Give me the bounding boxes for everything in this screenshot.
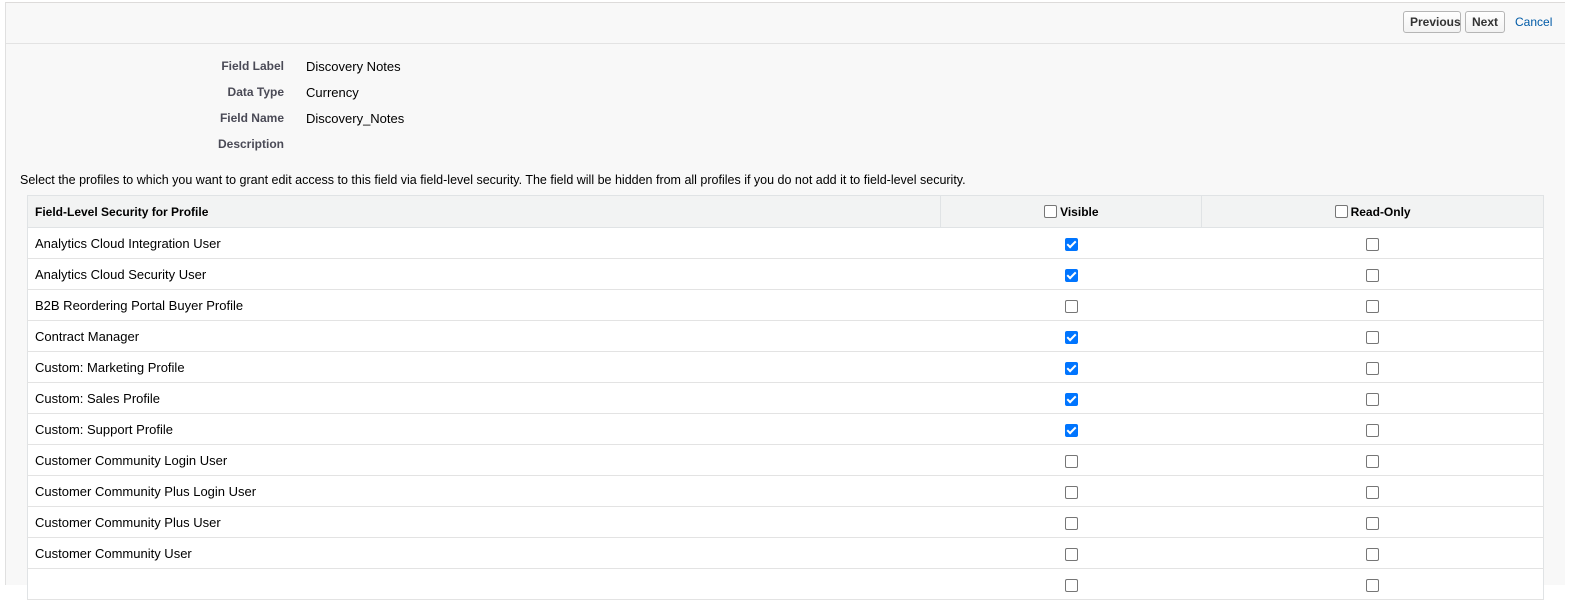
previous-button[interactable]: Previous bbox=[1403, 11, 1461, 33]
profile-name: B2B Reordering Portal Buyer Profile bbox=[27, 289, 941, 321]
next-button[interactable]: Next bbox=[1465, 11, 1505, 33]
read-only-header-label: Read-Only bbox=[1350, 204, 1411, 219]
visible-cell bbox=[940, 351, 1202, 383]
read-only-checkbox[interactable] bbox=[1365, 547, 1379, 561]
read-only-cell bbox=[1201, 382, 1544, 414]
visible-checkbox[interactable] bbox=[1064, 516, 1078, 530]
table-row: Customer Community Plus Login User bbox=[27, 475, 1544, 507]
profile-name: Custom: Support Profile bbox=[27, 413, 941, 445]
field-level-security-table: Field-Level Security for Profile Visible… bbox=[27, 195, 1544, 600]
visible-cell bbox=[940, 444, 1202, 476]
table-row: Custom: Sales Profile bbox=[27, 382, 1544, 414]
read-only-cell bbox=[1201, 227, 1544, 259]
visible-checkbox[interactable] bbox=[1064, 547, 1078, 561]
field-label-value: Discovery Notes bbox=[306, 59, 401, 74]
data-type-value: Currency bbox=[306, 85, 359, 100]
visible-cell bbox=[940, 506, 1202, 538]
field-label-label: Field Label bbox=[221, 59, 284, 73]
read-only-cell bbox=[1201, 475, 1544, 507]
field-name-value: Discovery_Notes bbox=[306, 111, 405, 126]
profile-name: Customer Community Login User bbox=[27, 444, 941, 476]
read-only-cell bbox=[1201, 258, 1544, 290]
table-row: Customer Community User bbox=[27, 537, 1544, 569]
table-row: Custom: Support Profile bbox=[27, 413, 1544, 445]
table-row: B2B Reordering Portal Buyer Profile bbox=[27, 289, 1544, 321]
visible-checkbox[interactable] bbox=[1064, 578, 1078, 592]
visible-cell bbox=[940, 568, 1202, 600]
read-only-cell bbox=[1201, 537, 1544, 569]
visible-cell bbox=[940, 382, 1202, 414]
table-row: Customer Community Plus User bbox=[27, 506, 1544, 538]
table-row: Analytics Cloud Integration User bbox=[27, 227, 1544, 259]
visible-cell bbox=[940, 289, 1202, 321]
read-only-checkbox[interactable] bbox=[1365, 361, 1379, 375]
table-row: Contract Manager bbox=[27, 320, 1544, 352]
visible-select-all-checkbox[interactable] bbox=[1044, 204, 1058, 218]
field-name-label: Field Name bbox=[219, 111, 284, 125]
profile-name: Custom: Marketing Profile bbox=[27, 351, 941, 383]
description-label: Description bbox=[217, 137, 284, 151]
read-only-checkbox[interactable] bbox=[1365, 485, 1379, 499]
profile-name: Custom: Sales Profile bbox=[27, 382, 941, 414]
visible-cell bbox=[940, 258, 1202, 290]
profile-name: Customer Community User bbox=[27, 537, 941, 569]
read-only-cell bbox=[1201, 568, 1544, 600]
visible-cell bbox=[940, 413, 1202, 445]
button-bar: Previous Next Cancel bbox=[6, 3, 1565, 44]
visible-checkbox[interactable] bbox=[1064, 361, 1078, 375]
read-only-cell bbox=[1201, 413, 1544, 445]
read-only-cell bbox=[1201, 320, 1544, 352]
table-row: Customer Community Login User bbox=[27, 444, 1544, 476]
read-only-checkbox[interactable] bbox=[1365, 454, 1379, 468]
data-type-row: Data Type Currency bbox=[6, 85, 1006, 105]
visible-column-header: Visible bbox=[940, 195, 1203, 228]
profile-name: Analytics Cloud Security User bbox=[27, 258, 941, 290]
table-row: Custom: Marketing Profile bbox=[27, 351, 1544, 383]
visible-checkbox[interactable] bbox=[1064, 237, 1078, 251]
table-header-row: Field-Level Security for Profile Visible… bbox=[27, 195, 1544, 228]
read-only-checkbox[interactable] bbox=[1365, 578, 1379, 592]
table-body: Analytics Cloud Integration User Analytic… bbox=[27, 227, 1544, 600]
read-only-select-all-checkbox[interactable] bbox=[1334, 204, 1348, 218]
read-only-checkbox[interactable] bbox=[1365, 237, 1379, 251]
visible-checkbox[interactable] bbox=[1064, 392, 1078, 406]
visible-checkbox[interactable] bbox=[1064, 299, 1078, 313]
table-row bbox=[27, 568, 1544, 600]
profile-column-header: Field-Level Security for Profile bbox=[27, 195, 942, 228]
field-name-row: Field Name Discovery_Notes bbox=[6, 111, 1006, 131]
visible-checkbox[interactable] bbox=[1064, 423, 1078, 437]
read-only-checkbox[interactable] bbox=[1365, 516, 1379, 530]
read-only-checkbox[interactable] bbox=[1365, 299, 1379, 313]
visible-cell bbox=[940, 320, 1202, 352]
profile-name: Customer Community Plus User bbox=[27, 506, 941, 538]
read-only-column-header: Read-Only bbox=[1201, 195, 1544, 228]
visible-checkbox[interactable] bbox=[1064, 454, 1078, 468]
read-only-cell bbox=[1201, 506, 1544, 538]
visible-checkbox[interactable] bbox=[1064, 268, 1078, 282]
read-only-checkbox[interactable] bbox=[1365, 268, 1379, 282]
read-only-cell bbox=[1201, 444, 1544, 476]
profile-name: Analytics Cloud Integration User bbox=[27, 227, 941, 259]
table-row: Analytics Cloud Security User bbox=[27, 258, 1544, 290]
visible-checkbox[interactable] bbox=[1064, 330, 1078, 344]
data-type-label: Data Type bbox=[227, 85, 284, 99]
visible-cell bbox=[940, 227, 1202, 259]
visible-header-label: Visible bbox=[1060, 204, 1099, 219]
visible-checkbox[interactable] bbox=[1064, 485, 1078, 499]
field-label-row: Field Label Discovery Notes bbox=[6, 59, 1006, 79]
page-frame: Previous Next Cancel Field Label Discove… bbox=[5, 2, 1565, 600]
read-only-checkbox[interactable] bbox=[1365, 392, 1379, 406]
read-only-cell bbox=[1201, 351, 1544, 383]
instructions-text: Select the profiles to which you want to… bbox=[20, 173, 966, 187]
read-only-checkbox[interactable] bbox=[1365, 423, 1379, 437]
profile-name: Customer Community Plus Login User bbox=[27, 475, 941, 507]
visible-cell bbox=[940, 537, 1202, 569]
profile-name bbox=[27, 568, 941, 600]
visible-cell bbox=[940, 475, 1202, 507]
read-only-checkbox[interactable] bbox=[1365, 330, 1379, 344]
cancel-link[interactable]: Cancel bbox=[1515, 15, 1552, 29]
profile-name: Contract Manager bbox=[27, 320, 941, 352]
read-only-cell bbox=[1201, 289, 1544, 321]
description-row: Description bbox=[6, 137, 1006, 157]
